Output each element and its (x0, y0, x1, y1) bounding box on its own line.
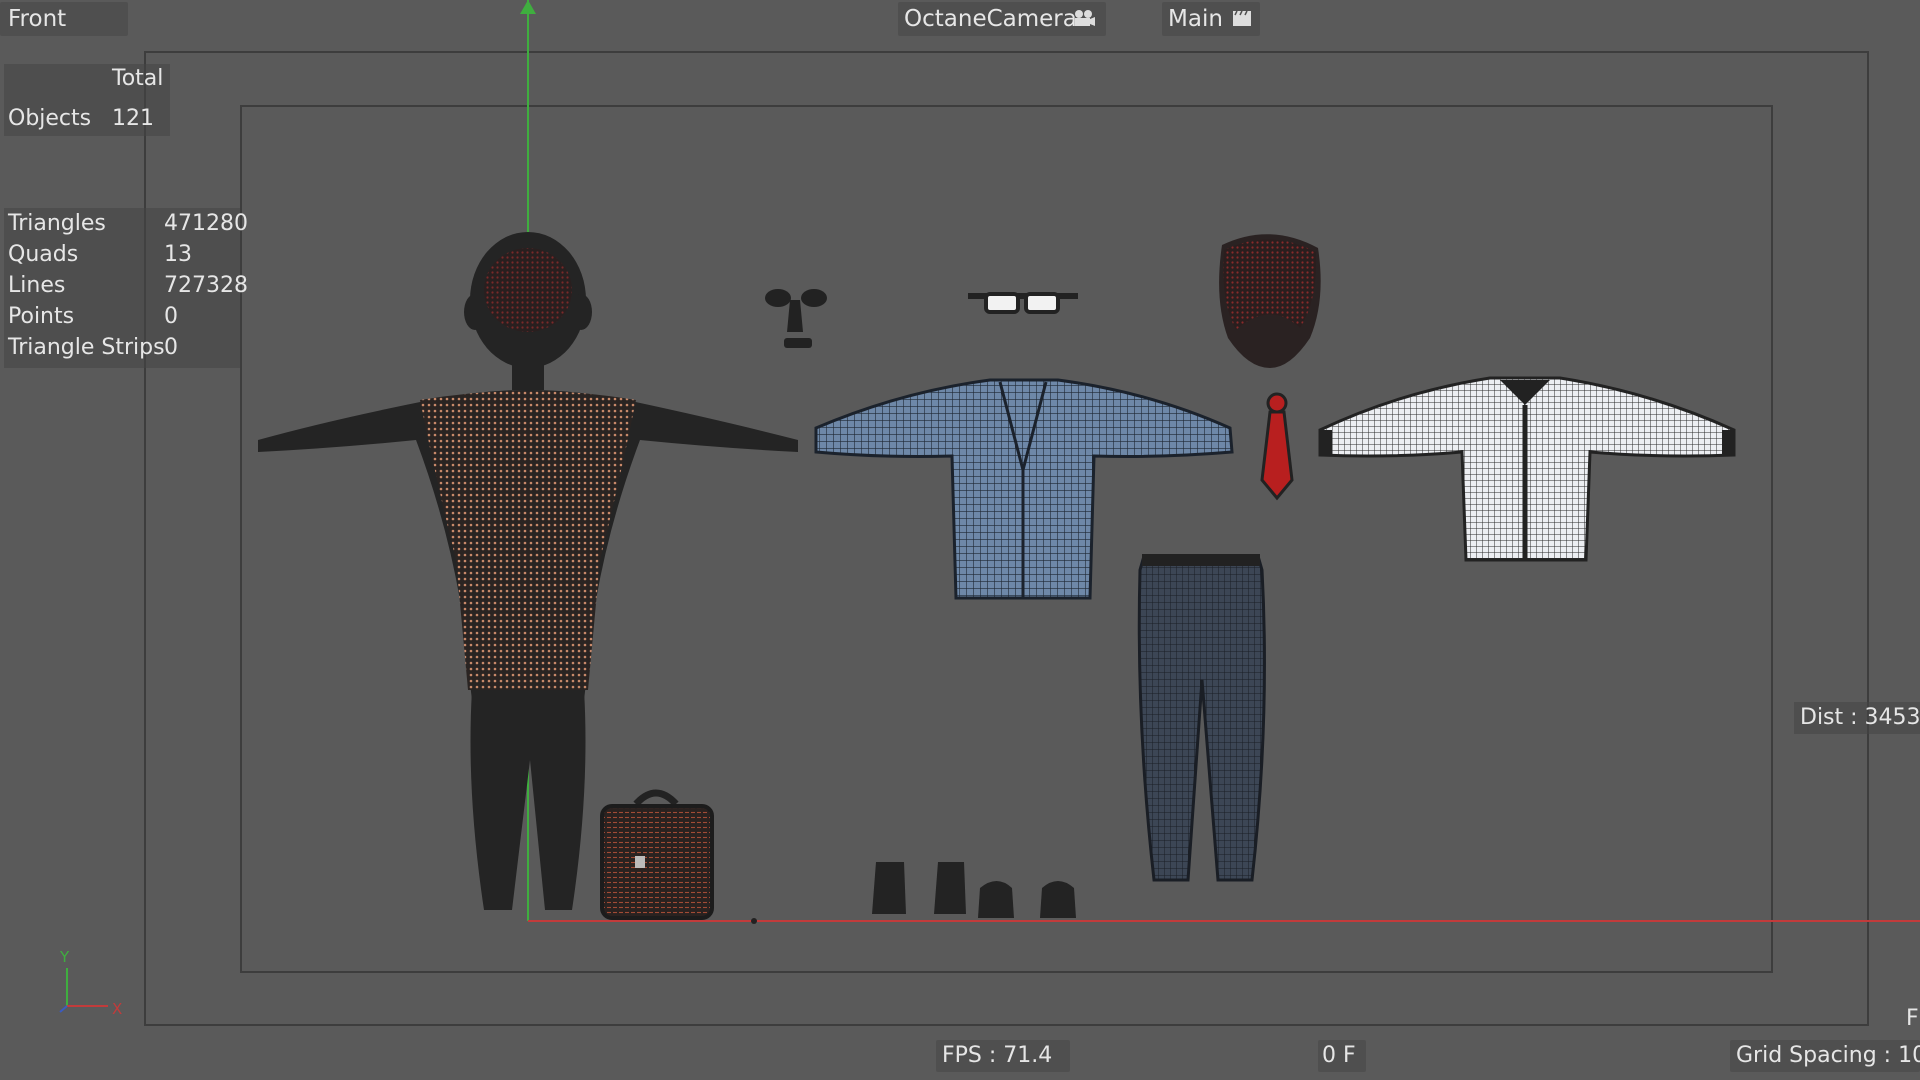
frame-readout: 0 F (1322, 1043, 1356, 1068)
view-name-label[interactable]: Front (8, 6, 66, 32)
gizmo-y-label: Y (60, 948, 70, 966)
stats-objects-label: Objects (8, 106, 92, 131)
camera-icon[interactable] (1073, 9, 1095, 27)
shoes-model[interactable] (872, 862, 1076, 918)
scene-canvas[interactable] (0, 0, 1920, 1080)
briefcase-model[interactable] (600, 789, 714, 920)
stats-row-value: 0 (164, 335, 178, 360)
gizmo-x-label: X (112, 1000, 123, 1018)
stats-row-label: Lines (8, 273, 66, 298)
stats-row-value: 471280 (164, 211, 248, 236)
glasses-model[interactable] (968, 292, 1078, 314)
pants-model[interactable] (1137, 554, 1266, 882)
shirt-model[interactable] (1318, 376, 1736, 562)
stats-total-header: Total (112, 66, 164, 91)
stats-row-value: 0 (164, 304, 178, 329)
head-hair-model[interactable] (1219, 234, 1321, 368)
clapperboard-icon[interactable] (1232, 9, 1252, 27)
tie-model[interactable] (1260, 392, 1294, 501)
origin-dot (751, 918, 757, 924)
take-menu-label[interactable]: Main (1168, 6, 1223, 32)
stats-objects-value: 121 (112, 106, 154, 131)
stats-row-label: Triangle Strips (8, 335, 165, 360)
stats-row-label: Quads (8, 242, 79, 267)
grid-spacing-readout: Grid Spacing : 10 (1736, 1043, 1920, 1068)
fps-readout: FPS : 71.4 (942, 1043, 1053, 1068)
corner-letter: F (1906, 1006, 1919, 1031)
stats-row-label: Triangles (8, 211, 106, 236)
camera-menu-label[interactable]: OctaneCamera (904, 6, 1077, 32)
stats-row-value: 13 (164, 242, 192, 267)
dist-readout: Dist : 3453. (1800, 705, 1920, 730)
face-features-model[interactable] (765, 289, 827, 348)
3d-viewport[interactable]: Front OctaneCamera Main Total Objects 12… (0, 0, 1920, 1080)
stats-row-value: 727328 (164, 273, 248, 298)
axis-gizmo (59, 968, 108, 1013)
stats-row-label: Points (8, 304, 75, 329)
y-axis-arrow (520, 0, 536, 14)
